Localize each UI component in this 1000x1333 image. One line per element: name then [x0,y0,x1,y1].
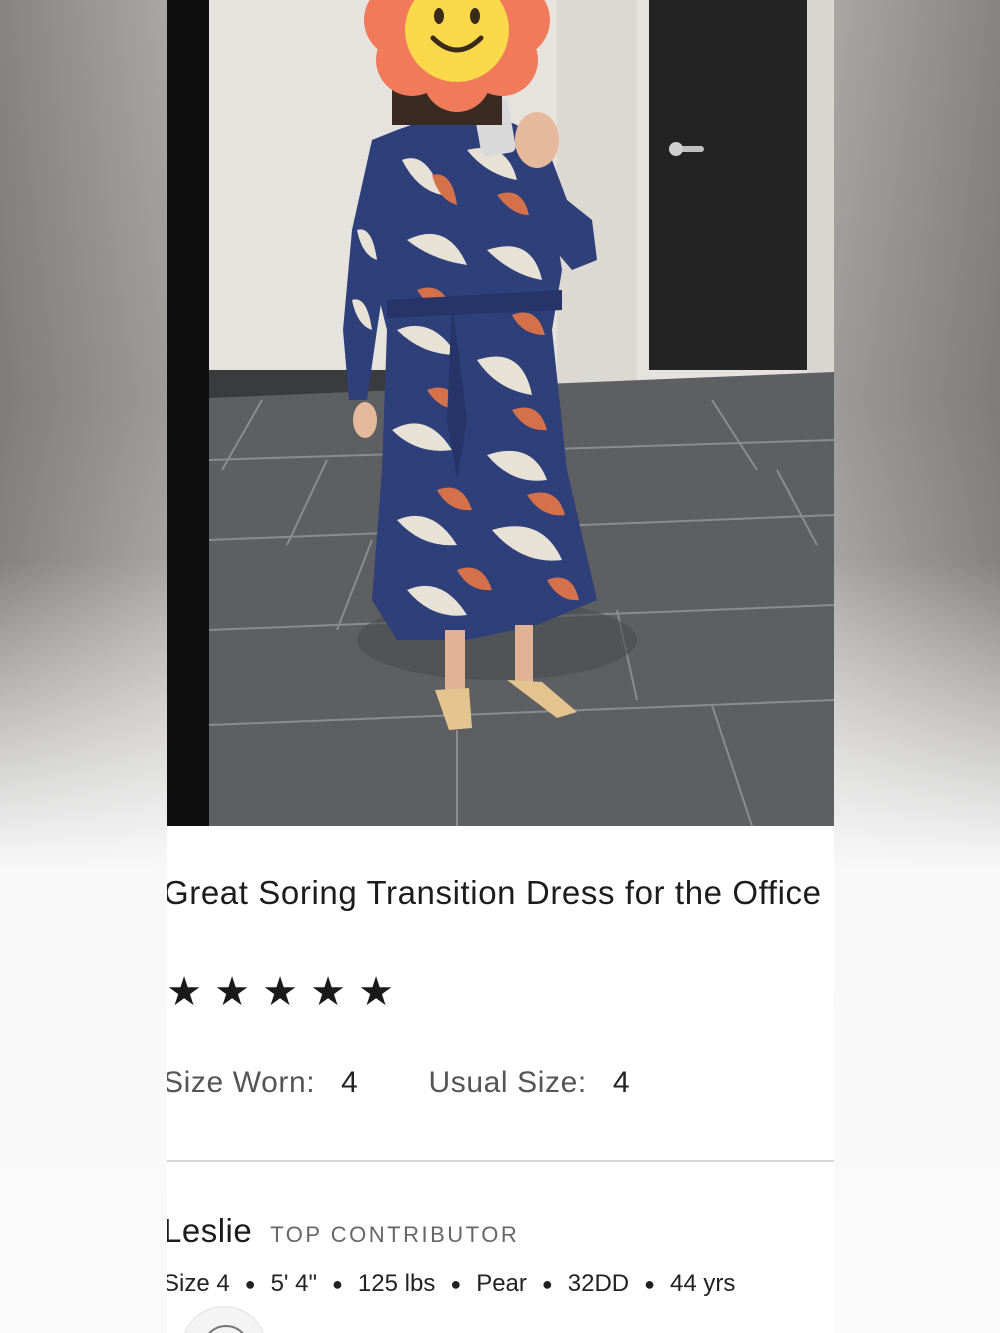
avatar[interactable] [181,1306,267,1333]
star-icon: ★ [310,970,346,1014]
star-icon: ★ [262,970,298,1014]
size-worn-value: 4 [341,1066,359,1099]
separator-dot: ● [244,1273,256,1294]
size-worn-label: Size Worn: [167,1066,316,1099]
review-title: Great Soring Transition Dress for the Of… [167,874,822,911]
reviewer-stat-age: 44 yrs [670,1270,736,1297]
review-card: Great Soring Transition Dress for the Of… [167,0,834,1333]
reviewer-stat-height: 5' 4" [270,1270,318,1297]
usual-size-label: Usual Size: [428,1066,587,1099]
reviewer-stat-bra-size: 32DD [567,1270,630,1297]
star-icon: ★ [167,970,202,1014]
reviewer-stats: Size 4 ● 5' 4" ● 125 lbs ● Pear ● 32DD ●… [167,1270,735,1298]
rating-stars: ★ ★ ★ ★ ★ [167,968,397,1016]
separator-dot: ● [644,1273,655,1294]
top-contributor-badge: TOP CONTRIBUTOR [270,1222,520,1247]
background-blur-left [0,0,167,1333]
review-photo[interactable] [167,0,834,826]
reviewer-stat-body-type: Pear [476,1270,527,1297]
size-info: Size Worn: 4 Usual Size: 4 [167,1066,630,1100]
star-icon: ★ [214,970,250,1014]
section-divider [167,1160,834,1162]
reviewer-stat-size: Size 4 [167,1270,230,1297]
separator-dot: ● [332,1273,343,1294]
usual-size-value: 4 [612,1066,631,1099]
background-blur-right [834,0,1000,1333]
reviewer-stat-weight: 125 lbs [357,1270,436,1297]
separator-dot: ● [450,1273,462,1294]
separator-dot: ● [541,1273,553,1294]
reviewer-header: Leslie TOP CONTRIBUTOR [167,1212,519,1250]
reviewer-name[interactable]: Leslie [167,1212,252,1250]
star-icon: ★ [358,970,394,1014]
